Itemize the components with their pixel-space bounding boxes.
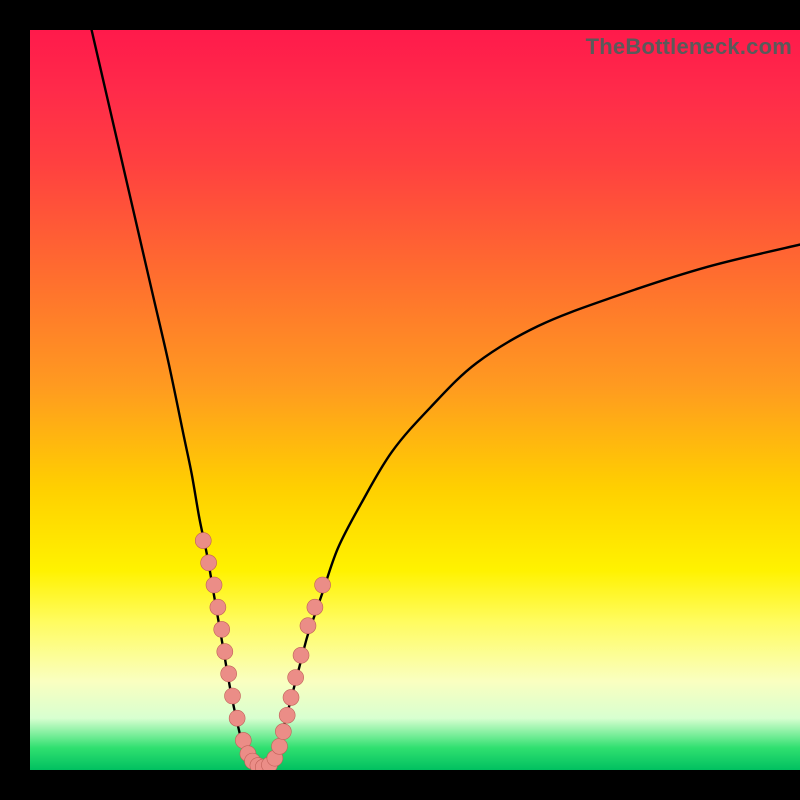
highlight-dot [221,666,237,682]
highlight-dots [195,533,330,770]
highlight-dot [279,707,295,723]
bottleneck-curve [92,30,800,770]
highlight-dot [293,647,309,663]
curve-svg [30,30,800,770]
highlight-dot [275,724,291,740]
highlight-dot [288,670,304,686]
highlight-dot [300,618,316,634]
highlight-dot [214,621,230,637]
highlight-dot [271,738,287,754]
highlight-dot [201,555,217,571]
highlight-dot [225,688,241,704]
highlight-dot [210,599,226,615]
highlight-dot [315,577,331,593]
highlight-dot [195,533,211,549]
chart-frame: TheBottleneck.com [0,0,800,800]
v-curve-path [92,30,800,770]
highlight-dot [217,644,233,660]
highlight-dot [283,689,299,705]
highlight-dot [229,710,245,726]
highlight-dot [206,577,222,593]
plot-area: TheBottleneck.com [30,30,800,770]
highlight-dot [307,599,323,615]
